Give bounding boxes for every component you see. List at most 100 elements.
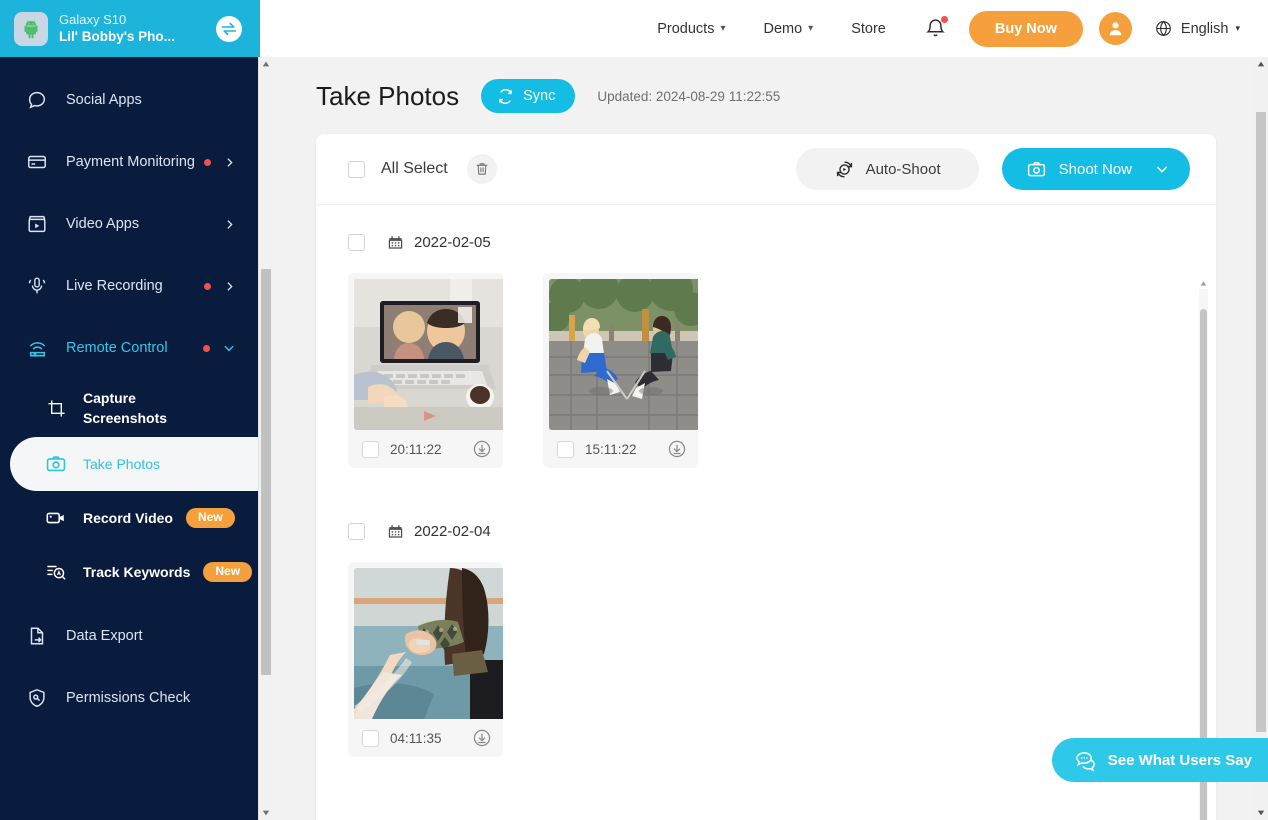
device-model: Galaxy S10: [59, 12, 127, 27]
group-header: 2022-02-04: [348, 516, 1216, 546]
sidebar-item-label: Record Video: [83, 510, 173, 526]
page-title: Take Photos: [316, 80, 460, 111]
park-bench-people-photo: [549, 279, 698, 430]
sidebar-item-label: Social Apps: [66, 91, 142, 108]
calendar-icon: [387, 234, 404, 251]
user-avatar-icon[interactable]: [1098, 12, 1132, 45]
sidebar-item-take-photos[interactable]: Take Photos: [10, 437, 260, 491]
thumbnail-row: 04:11:35: [348, 562, 1216, 757]
trash-icon[interactable]: [466, 154, 497, 184]
group-header: 2022-02-05: [348, 227, 1216, 257]
auto-shoot-label: Auto-Shoot: [865, 160, 941, 178]
chevron-right-icon[interactable]: [223, 156, 236, 169]
page-scrollbar[interactable]: [1254, 57, 1268, 820]
group-date: 2022-02-05: [414, 233, 491, 251]
microphone-icon: [24, 275, 50, 297]
sidebar-item-label: Track Keywords: [83, 564, 191, 580]
sidebar-item-live-recording[interactable]: Live Recording: [0, 255, 260, 317]
photo-select-checkbox[interactable]: [557, 440, 574, 458]
photo-time: 20:11:22: [390, 441, 442, 457]
group-select-checkbox[interactable]: [348, 522, 365, 540]
sidebar-device-header: Galaxy S10 Lil' Bobby's Pho...: [0, 0, 260, 57]
status-dot: [203, 344, 210, 352]
calendar-icon: [387, 523, 404, 540]
chevron-down-icon: ▾: [720, 23, 726, 34]
photo-time: 15:11:22: [585, 441, 637, 457]
badge-new: New: [203, 562, 253, 582]
sidebar-item-label: Permissions Check: [66, 689, 191, 706]
download-icon[interactable]: [666, 438, 688, 460]
video-camera-icon: [44, 507, 68, 529]
nav-link-demo[interactable]: Demo ▾: [763, 21, 813, 37]
sync-label: Sync: [523, 88, 556, 104]
buy-now-button[interactable]: Buy Now: [968, 10, 1083, 47]
photo-time: 04:11:35: [390, 730, 442, 746]
page-header: Take Photos Sync Updated: 2024-08-29 11:…: [272, 57, 1256, 113]
nav-link-store[interactable]: Store: [851, 21, 886, 37]
photo-group: 2022-02-05 20:11:22 15:11:22: [348, 227, 1216, 468]
group-date: 2022-02-04: [414, 522, 491, 540]
nav-link-products[interactable]: Products ▾: [657, 21, 725, 37]
scroll-up-arrow-icon[interactable]: [1199, 279, 1208, 288]
sidebar-item-label: Remote Control: [66, 339, 168, 356]
sidebar-item-capture-screenshots[interactable]: Capture Screenshots: [0, 379, 260, 437]
device-name: Lil' Bobby's Pho...: [59, 29, 175, 44]
sidebar-item-remote-control[interactable]: Remote Control: [0, 317, 260, 379]
photo-select-checkbox[interactable]: [362, 729, 379, 747]
chevron-down-icon[interactable]: [222, 341, 236, 355]
download-icon[interactable]: [471, 727, 493, 749]
auto-shoot-button[interactable]: Auto-Shoot: [795, 148, 979, 190]
chevron-down-icon: ▾: [808, 23, 814, 34]
sidebar-item-payment-monitoring[interactable]: Payment Monitoring: [0, 131, 260, 193]
thumbnail-footer: 15:11:22: [549, 430, 692, 468]
app-root: Galaxy S10 Lil' Bobby's Pho... Social Ap…: [0, 0, 1268, 820]
photo-thumbnail[interactable]: 15:11:22: [543, 273, 698, 468]
sidebar-item-label: Capture Screenshots: [83, 390, 168, 426]
sync-button[interactable]: Sync: [481, 79, 576, 113]
notification-dot: [940, 16, 948, 23]
language-label: English: [1180, 20, 1229, 37]
sidebar-scrollbar-thumb[interactable]: [261, 269, 271, 675]
chevron-right-icon[interactable]: [223, 218, 236, 231]
sidebar-item-record-video[interactable]: Record Video New: [0, 491, 260, 545]
thumbnail-footer: 04:11:35: [354, 719, 497, 757]
scroll-up-arrow-icon[interactable]: [1254, 57, 1268, 71]
camera-shoot-icon: [1026, 159, 1047, 180]
photo-select-checkbox[interactable]: [362, 440, 379, 458]
photo-thumbnail[interactable]: 20:11:22: [348, 273, 503, 468]
sidebar-item-label: Video Apps: [66, 215, 140, 232]
photo-thumbnail[interactable]: 04:11:35: [348, 562, 503, 757]
card-toolbar: All Select Auto-Shoot Shoot Now: [316, 134, 1216, 205]
sidebar-item-label: Data Export: [66, 627, 143, 644]
scroll-down-arrow-icon[interactable]: [259, 806, 273, 820]
chevron-down-icon: ▾: [1235, 23, 1240, 33]
scroll-up-arrow-icon[interactable]: [259, 57, 273, 71]
notification-bell-icon[interactable]: [924, 16, 948, 40]
page-scrollbar-thumb[interactable]: [1256, 112, 1266, 732]
all-select-checkbox[interactable]: [348, 160, 365, 178]
sidebar-item-permissions-check[interactable]: Permissions Check: [0, 667, 260, 729]
sidebar-item-social-apps[interactable]: Social Apps: [0, 69, 260, 131]
laptop-video-call-photo: [354, 279, 503, 430]
nav-link-label: Demo: [763, 20, 803, 37]
chat-widget-label: See What Users Say: [1107, 751, 1252, 769]
language-selector[interactable]: English ▾: [1154, 19, 1240, 38]
switch-device-icon[interactable]: [212, 12, 246, 46]
chevron-right-icon[interactable]: [223, 280, 236, 293]
android-icon: [14, 11, 48, 46]
scroll-down-arrow-icon[interactable]: [1254, 806, 1268, 820]
chevron-down-icon[interactable]: [1154, 161, 1170, 177]
sidebar-item-video-apps[interactable]: Video Apps: [0, 193, 260, 255]
holding-hands-lake-photo: [354, 568, 503, 719]
download-icon[interactable]: [471, 438, 493, 460]
shoot-now-button[interactable]: Shoot Now: [1001, 148, 1190, 190]
video-clip-icon: [24, 213, 50, 235]
sidebar-item-data-export[interactable]: Data Export: [0, 605, 260, 667]
sidebar-item-label: Take Photos: [83, 456, 161, 472]
group-select-checkbox[interactable]: [348, 233, 365, 251]
crop-icon: [44, 398, 68, 419]
sidebar-scrollbar[interactable]: [258, 57, 272, 820]
chat-support-icon: [1074, 749, 1097, 772]
sidebar-item-track-keywords[interactable]: Track Keywords New: [0, 545, 260, 599]
see-what-users-say-button[interactable]: See What Users Say: [1051, 738, 1268, 782]
